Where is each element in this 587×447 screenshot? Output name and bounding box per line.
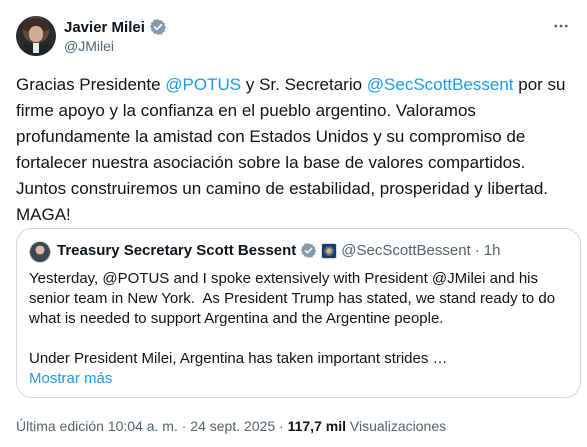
author-name-row: Javier Milei	[64, 18, 167, 36]
tweet-text: Gracias Presidente @POTUS y Sr. Secretar…	[16, 72, 576, 228]
tweet-text-segment: y Sr. Secretario	[241, 75, 367, 94]
government-seal-icon	[321, 242, 338, 259]
verified-badge-icon	[300, 242, 317, 259]
show-more-link[interactable]: Mostrar más	[29, 370, 112, 387]
tweet-text-segment: por su firme apoyo y la confianza en el …	[16, 75, 566, 224]
tweet-meta: Última edición 10:04 a. m. · 24 sept. 20…	[16, 418, 446, 434]
edited-timestamp[interactable]: Última edición 10:04 a. m. · 24 sept. 20…	[16, 418, 288, 434]
quoted-body: Yesterday, @POTUS and I spoke extensivel…	[29, 270, 556, 367]
header-separator: ·	[474, 242, 480, 259]
tweet-text-segment: Gracias Presidente	[16, 75, 166, 94]
views-count: 117,7 mil	[287, 418, 346, 434]
quoted-tweet[interactable]: Treasury Secretary Scott Bessent @SecSco…	[16, 228, 581, 398]
mention-potus-link[interactable]: @POTUS	[165, 75, 241, 94]
quoted-display-name: Treasury Secretary Scott Bessent	[57, 242, 297, 259]
quoted-author-avatar[interactable]	[29, 241, 51, 263]
quoted-header: Treasury Secretary Scott Bessent @SecSco…	[57, 242, 500, 259]
avatar-shirt	[33, 43, 39, 53]
avatar-face	[29, 26, 43, 42]
mention-secscottbessent-link[interactable]: @SecScottBessent	[367, 75, 514, 94]
quoted-timestamp[interactable]: 1h	[484, 242, 501, 259]
author-handle[interactable]: @JMilei	[64, 38, 114, 54]
views-label: Visualizaciones	[345, 418, 447, 434]
verified-badge-icon	[149, 18, 167, 36]
quoted-handle: @SecScottBessent	[341, 242, 471, 259]
more-options-icon[interactable]	[549, 14, 573, 38]
author-display-name[interactable]: Javier Milei	[64, 19, 145, 36]
author-avatar[interactable]	[16, 16, 56, 56]
